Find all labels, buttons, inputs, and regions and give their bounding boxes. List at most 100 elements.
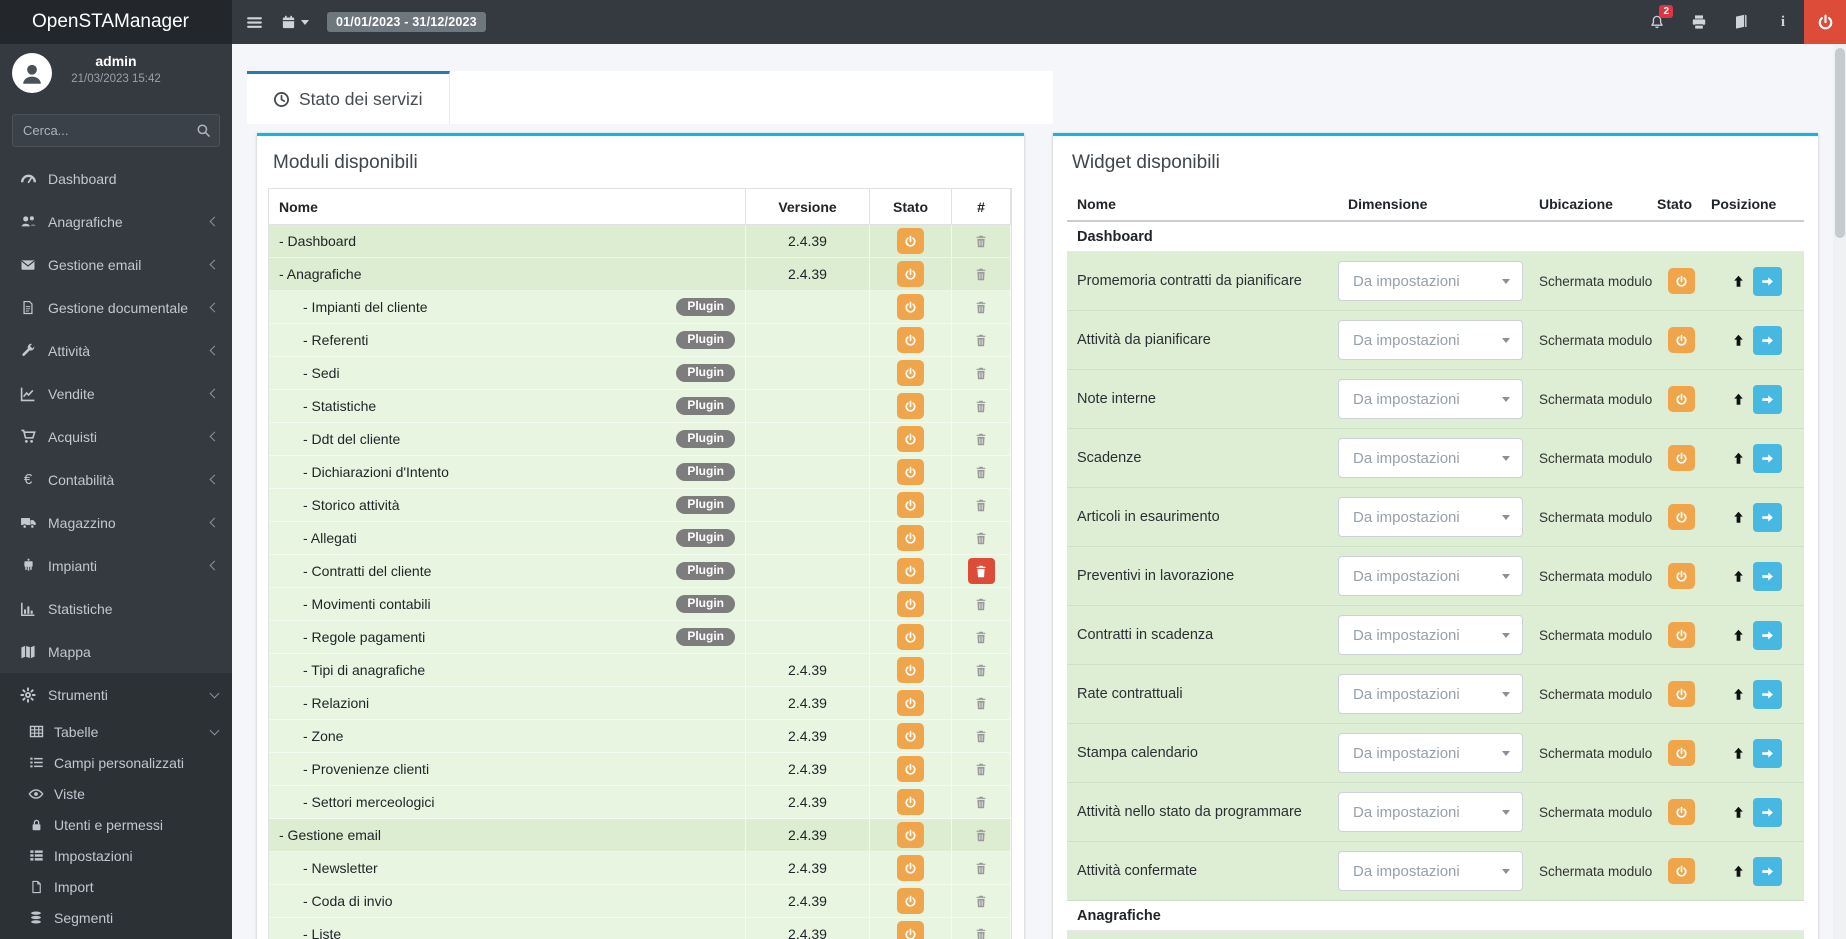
move-up-button[interactable] [1731,687,1746,702]
power-toggle-button[interactable] [897,723,924,749]
sidebar-item-dashboard[interactable]: Dashboard [0,157,232,200]
power-toggle-button[interactable] [897,426,924,452]
move-up-button[interactable] [1731,274,1746,289]
move-up-button[interactable] [1731,510,1746,525]
power-toggle-button[interactable] [897,525,924,551]
power-toggle-button[interactable] [1667,563,1695,589]
move-to-button[interactable] [1753,443,1782,473]
sidebar-item-statistiche[interactable]: Statistiche [0,587,232,630]
delete-button[interactable] [974,432,988,447]
move-up-button[interactable] [1731,392,1746,407]
move-up-button[interactable] [1731,746,1746,761]
dimension-select[interactable]: Da impostazioni [1338,261,1523,301]
move-to-button[interactable] [1753,620,1782,650]
move-to-button[interactable] [1753,384,1782,414]
date-range-badge[interactable]: 01/01/2023 - 31/12/2023 [327,12,486,32]
move-to-button[interactable] [1753,325,1782,355]
delete-button[interactable] [974,300,988,315]
sidebar-item-gestione-documentale[interactable]: Gestione documentale [0,286,232,329]
power-toggle-button[interactable] [1667,681,1695,707]
delete-button[interactable] [974,597,988,612]
delete-button[interactable] [974,333,988,348]
power-toggle-button[interactable] [897,624,924,650]
move-to-button[interactable] [1753,502,1782,532]
delete-button[interactable] [974,366,988,381]
power-toggle-button[interactable] [897,591,924,617]
delete-button[interactable] [974,729,988,744]
sidebar-item-utenti-e-permessi[interactable]: Utenti e permessi [0,809,232,840]
sidebar-item-gestione-email[interactable]: Gestione email [0,243,232,286]
sidebar-item-strumenti[interactable]: Strumenti [0,673,232,716]
avatar[interactable] [12,53,52,93]
dimension-select[interactable]: Da impostazioni [1338,556,1523,596]
power-toggle-button[interactable] [897,228,924,254]
power-toggle-button[interactable] [1667,740,1695,766]
delete-button[interactable] [974,762,988,777]
power-toggle-button[interactable] [1667,268,1695,294]
delete-button[interactable] [974,630,988,645]
search-input[interactable] [12,114,220,147]
sidebar-item-mappa[interactable]: Mappa [0,630,232,673]
power-toggle-button[interactable] [897,657,924,683]
delete-button[interactable] [974,663,988,678]
sidebar-item-acquisti[interactable]: Acquisti [0,415,232,458]
power-toggle-button[interactable] [897,261,924,287]
power-toggle-button[interactable] [897,756,924,782]
sidebar-item-anagrafiche[interactable]: Anagrafiche [0,200,232,243]
power-toggle-button[interactable] [1667,504,1695,530]
tab-stato-dei-servizi[interactable]: Stato dei servizi [247,71,450,124]
power-toggle-button[interactable] [1667,327,1695,353]
print-button[interactable] [1678,0,1720,44]
sidebar-item-attivita[interactable]: Attività [0,329,232,372]
move-up-button[interactable] [1731,451,1746,466]
logout-button[interactable] [1804,0,1846,44]
delete-button[interactable] [974,861,988,876]
power-toggle-button[interactable] [897,459,924,485]
power-toggle-button[interactable] [897,888,924,914]
delete-button[interactable] [974,498,988,513]
move-up-button[interactable] [1731,805,1746,820]
sidebar-toggle-button[interactable] [246,14,263,31]
move-to-button[interactable] [1753,738,1782,768]
move-up-button[interactable] [1731,333,1746,348]
delete-button[interactable] [974,465,988,480]
power-toggle-button[interactable] [897,360,924,386]
move-to-button[interactable] [1753,856,1782,886]
power-toggle-button[interactable] [1667,386,1695,412]
sidebar-item-campi-personalizzati[interactable]: Campi personalizzati [0,747,232,778]
dimension-select[interactable]: Da impostazioni [1338,674,1523,714]
power-toggle-button[interactable] [1667,799,1695,825]
dimension-select[interactable]: Da impostazioni [1338,320,1523,360]
sidebar-item-tabelle[interactable]: Tabelle [0,716,232,747]
sidebar-item-contabilita[interactable]: € Contabilità [0,458,232,501]
docs-button[interactable] [1720,0,1762,44]
sidebar-item-vendite[interactable]: Vendite [0,372,232,415]
page-scrollbar[interactable] [1833,44,1846,939]
notifications-button[interactable]: 2 [1636,0,1678,44]
dimension-select[interactable]: Da impostazioni [1338,379,1523,419]
sidebar-item-segmenti[interactable]: Segmenti [0,902,232,933]
dimension-select[interactable]: Da impostazioni [1338,438,1523,478]
power-toggle-button[interactable] [897,690,924,716]
power-toggle-button[interactable] [897,393,924,419]
dimension-select[interactable]: Da impostazioni [1338,733,1523,773]
delete-button[interactable] [974,399,988,414]
move-to-button[interactable] [1753,561,1782,591]
move-to-button[interactable] [1753,679,1782,709]
sidebar-item-viste[interactable]: Viste [0,778,232,809]
scrollbar-thumb[interactable] [1834,48,1845,238]
calendar-button[interactable] [281,15,309,30]
move-up-button[interactable] [1731,864,1746,879]
delete-button[interactable] [974,894,988,909]
power-toggle-button[interactable] [897,921,924,939]
move-up-button[interactable] [1731,628,1746,643]
delete-button[interactable] [967,558,995,584]
delete-button[interactable] [974,828,988,843]
delete-button[interactable] [974,531,988,546]
move-up-button[interactable] [1731,569,1746,584]
delete-button[interactable] [974,234,988,249]
power-toggle-button[interactable] [897,327,924,353]
power-toggle-button[interactable] [897,855,924,881]
power-toggle-button[interactable] [897,822,924,848]
power-toggle-button[interactable] [897,294,924,320]
